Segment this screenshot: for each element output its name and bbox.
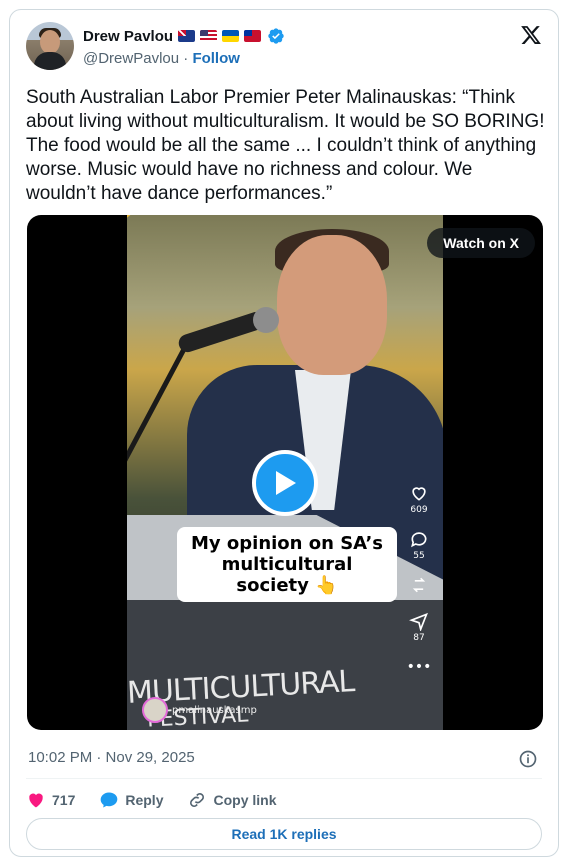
like-button[interactable]: 717 [26,790,75,810]
read-replies-button[interactable]: Read 1K replies [26,818,542,850]
reply-bubble-icon [101,792,118,808]
video-comments-count: 55 [413,551,425,561]
verified-badge-icon [268,28,284,44]
video-shares-count: 87 [413,633,425,643]
info-icon[interactable] [518,749,538,769]
video-uploader: pmalinauskasmp [142,697,257,723]
ukraine-flag-icon [222,30,240,42]
video-player[interactable]: MULTICULTURAL FESTIVAL Watch on X My opi… [27,215,543,730]
reply-button[interactable]: Reply [99,790,163,810]
link-icon [190,793,205,807]
tweet-timestamp[interactable]: 10:02 PM · Nov 29, 2025 [28,749,195,766]
video-side-actions: 609 55 87 ••• [407,483,431,689]
heart-icon [412,487,426,501]
comment-icon [411,532,427,548]
video-caption: My opinion on SA’s multicultural society… [177,527,397,602]
send-icon [409,612,428,631]
taiwan-flag-icon [244,30,262,42]
like-count: 717 [52,792,76,808]
play-icon [276,471,296,495]
play-button[interactable] [252,450,318,516]
author-handle[interactable]: @DrewPavlou [83,50,179,67]
follow-button[interactable]: Follow [192,50,240,67]
copy-link-button[interactable]: Copy link [187,790,277,810]
uploader-name: pmalinauskasmp [172,704,257,716]
tweet-actions: 717 Reply Copy link [26,788,301,812]
uploader-avatar [142,697,168,723]
avatar[interactable] [26,22,74,70]
x-logo-icon[interactable] [520,24,542,46]
heart-icon [29,793,43,808]
repost-icon [412,577,426,593]
australia-flag-icon [178,30,196,42]
video-likes-count: 609 [410,505,428,515]
us-flag-icon [200,30,218,42]
reply-label: Reply [125,792,164,808]
author-name-row: Drew Pavlou [83,27,285,45]
author-handle-row: @DrewPavlou · Follow [83,50,240,67]
divider [26,778,542,779]
tweet-text: South Australian Labor Premier Peter Mal… [26,87,550,204]
copy-link-label: Copy link [213,792,277,808]
tweet-card: Drew Pavlou @DrewPavlou · Follow South A… [9,9,559,857]
author-name[interactable]: Drew Pavlou [83,28,173,45]
more-options-icon: ••• [406,659,432,675]
watch-on-x-button[interactable]: Watch on X [427,228,535,258]
